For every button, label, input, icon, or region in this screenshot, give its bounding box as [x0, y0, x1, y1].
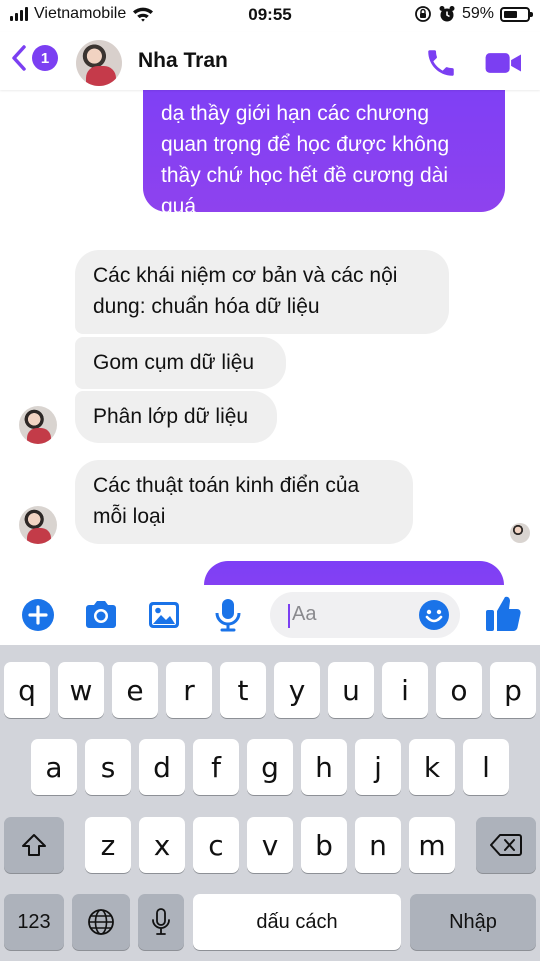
- key-f[interactable]: f: [193, 739, 239, 795]
- battery-fill: [504, 10, 517, 18]
- key-p[interactable]: p: [490, 662, 536, 718]
- unread-badge: 1: [32, 45, 58, 71]
- microphone-icon[interactable]: [212, 597, 244, 633]
- key-m[interactable]: m: [409, 817, 455, 873]
- message-line: dung: chuẩn hóa dữ liệu: [93, 295, 320, 318]
- backspace-icon: [490, 834, 522, 856]
- incoming-message[interactable]: Gom cụm dữ liệu: [75, 337, 286, 389]
- message-input[interactable]: Aa: [270, 592, 460, 638]
- battery-percentage: 59%: [461, 5, 494, 22]
- key-u[interactable]: u: [328, 662, 374, 718]
- battery-icon: [500, 6, 533, 22]
- numbers-key[interactable]: 123: [4, 894, 64, 950]
- message-line: thầy chứ học hết đề cương dài: [161, 164, 449, 187]
- outgoing-message[interactable]: dạ thầy giới hạn các chương quan trọng đ…: [143, 90, 505, 218]
- key-h[interactable]: h: [301, 739, 347, 795]
- chat-header: 1 Nha Tran: [0, 32, 540, 90]
- dictation-key[interactable]: [138, 894, 184, 950]
- alarm-icon: [439, 6, 455, 22]
- key-v[interactable]: v: [247, 817, 293, 873]
- status-right: 59%: [414, 5, 533, 23]
- messenger-screen: Vietnamobile 09:55 59% 1 Nha Tran dạ thầ…: [0, 0, 540, 961]
- dictation-microphone-icon: [152, 908, 170, 935]
- return-key[interactable]: Nhập: [410, 894, 536, 950]
- shift-arrow-icon: [22, 834, 46, 856]
- key-i[interactable]: i: [382, 662, 428, 718]
- emoji-icon[interactable]: [418, 599, 450, 631]
- message-line: dạ thầy giới hạn các chương: [161, 102, 430, 125]
- key-t[interactable]: t: [220, 662, 266, 718]
- seen-receipt-avatar: [510, 523, 530, 543]
- key-a[interactable]: a: [31, 739, 77, 795]
- message-line: Các thuật toán kinh điển của: [93, 474, 360, 497]
- outgoing-message-partial[interactable]: [204, 561, 504, 585]
- gallery-icon[interactable]: [146, 597, 182, 633]
- globe-key[interactable]: [72, 894, 130, 950]
- phone-call-icon[interactable]: [424, 46, 458, 80]
- key-o[interactable]: o: [436, 662, 482, 718]
- input-placeholder: Aa: [292, 603, 317, 625]
- message-line: Phân lớp dữ liệu: [93, 405, 249, 428]
- key-k[interactable]: k: [409, 739, 455, 795]
- composer-bar: Aa: [0, 585, 540, 645]
- globe-icon: [88, 909, 114, 935]
- video-call-icon[interactable]: [484, 46, 524, 80]
- rotation-lock-icon: [415, 6, 431, 22]
- message-line: Gom cụm dữ liệu: [93, 351, 255, 374]
- key-w[interactable]: w: [58, 662, 104, 718]
- key-n[interactable]: n: [355, 817, 401, 873]
- sender-avatar[interactable]: [19, 506, 57, 544]
- chevron-left-icon: [12, 45, 26, 71]
- key-z[interactable]: z: [85, 817, 131, 873]
- key-b[interactable]: b: [301, 817, 347, 873]
- incoming-message[interactable]: Phân lớp dữ liệu: [75, 391, 277, 443]
- key-g[interactable]: g: [247, 739, 293, 795]
- text-caret: [288, 604, 290, 628]
- camera-icon[interactable]: [82, 597, 120, 633]
- sender-avatar[interactable]: [19, 406, 57, 444]
- incoming-message[interactable]: Các khái niệm cơ bản và các nội dung: ch…: [75, 250, 449, 334]
- incoming-message[interactable]: Các thuật toán kinh điển của mỗi loại: [75, 460, 413, 544]
- shift-key[interactable]: [4, 817, 64, 873]
- keyboard: q w e r t y u i o p a s d f g h j k l z …: [0, 645, 540, 961]
- backspace-key[interactable]: [476, 817, 536, 873]
- back-button[interactable]: 1: [10, 44, 58, 72]
- key-x[interactable]: x: [139, 817, 185, 873]
- key-d[interactable]: d: [139, 739, 185, 795]
- contact-avatar[interactable]: [76, 40, 122, 86]
- message-line: mỗi loại: [93, 505, 166, 528]
- key-r[interactable]: r: [166, 662, 212, 718]
- key-l[interactable]: l: [463, 739, 509, 795]
- key-s[interactable]: s: [85, 739, 131, 795]
- key-e[interactable]: e: [112, 662, 158, 718]
- key-q[interactable]: q: [4, 662, 50, 718]
- plus-icon[interactable]: [20, 597, 56, 633]
- status-bar: Vietnamobile 09:55 59%: [0, 0, 540, 32]
- contact-name[interactable]: Nha Tran: [138, 49, 228, 73]
- key-c[interactable]: c: [193, 817, 239, 873]
- key-y[interactable]: y: [274, 662, 320, 718]
- key-j[interactable]: j: [355, 739, 401, 795]
- thumbs-up-icon[interactable]: [484, 594, 522, 634]
- message-line: Các khái niệm cơ bản và các nội: [93, 264, 398, 287]
- space-key[interactable]: dấu cách: [193, 894, 401, 950]
- message-line: quá: [161, 195, 197, 218]
- message-list[interactable]: dạ thầy giới hạn các chương quan trọng đ…: [0, 90, 540, 585]
- message-line: quan trọng để học được không: [161, 133, 450, 156]
